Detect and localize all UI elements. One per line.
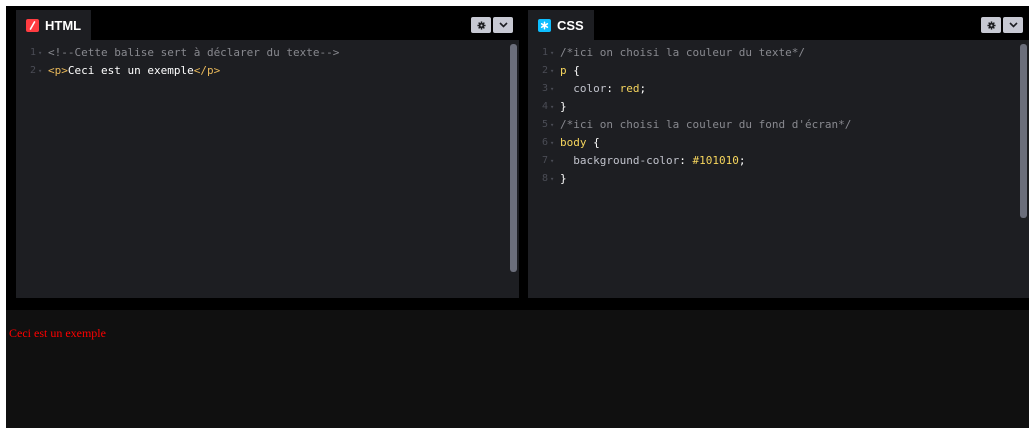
code-token: background-color bbox=[560, 154, 680, 167]
code-token: #101010 bbox=[692, 154, 739, 167]
tab-css[interactable]: CSS bbox=[528, 10, 594, 40]
preview-pane: Ceci est un exemple bbox=[6, 310, 1029, 428]
css-editor-scrollbar[interactable] bbox=[1020, 44, 1027, 218]
line-number: 5 bbox=[541, 119, 548, 130]
line-number: 1 bbox=[541, 47, 548, 58]
code-token: p bbox=[560, 64, 567, 77]
fold-marker-icon[interactable]: ▾ bbox=[38, 62, 42, 80]
code-text: p { bbox=[560, 62, 580, 80]
line-number: 3 bbox=[541, 83, 548, 94]
line-number: 1 bbox=[29, 47, 36, 58]
code-line[interactable]: 1 ▾ /*ici on choisi la couleur du texte*/ bbox=[528, 44, 1029, 62]
fold-marker-icon[interactable]: ▾ bbox=[550, 62, 554, 80]
code-line[interactable]: 2 ▾ <p>Ceci est un exemple</p> bbox=[16, 62, 519, 80]
code-token: /*ici on choisi la couleur du fond d'écr… bbox=[560, 118, 852, 131]
code-token: { bbox=[566, 64, 580, 77]
code-text: <p>Ceci est un exemple</p> bbox=[48, 62, 220, 80]
html-editor-scrollbar[interactable] bbox=[510, 44, 517, 272]
code-line[interactable]: 5 ▾ /*ici on choisi la couleur du fond d'é… bbox=[528, 116, 1029, 134]
code-token: </p> bbox=[193, 64, 221, 77]
line-number: 2 bbox=[29, 65, 36, 76]
gear-icon bbox=[476, 20, 486, 30]
gear-icon bbox=[986, 20, 996, 30]
code-line[interactable]: 7 ▾ background-color: #101010; bbox=[528, 152, 1029, 170]
tab-html-label: HTML bbox=[45, 17, 82, 33]
code-text: /*ici on choisi la couleur du texte*/ bbox=[560, 44, 805, 62]
css-editor-panel: CSS 1 ▾/*ici on choisi la couleur du text… bbox=[528, 10, 1029, 298]
code-token: : bbox=[679, 154, 693, 167]
fold-marker-icon[interactable]: ▾ bbox=[550, 44, 554, 62]
html-dropdown-button[interactable] bbox=[493, 17, 513, 33]
css-code-editor[interactable]: 1 ▾/*ici on choisi la couleur du texte*/2… bbox=[528, 44, 1029, 298]
code-token: ; bbox=[639, 82, 647, 95]
fold-marker-icon[interactable]: ▾ bbox=[550, 134, 554, 152]
fold-marker-icon[interactable]: ▾ bbox=[38, 44, 42, 62]
code-text: background-color: #101010; bbox=[560, 152, 745, 170]
css-logo-icon bbox=[538, 18, 551, 32]
fold-marker-icon[interactable]: ▾ bbox=[550, 98, 554, 116]
code-token: : bbox=[606, 82, 620, 95]
line-number: 2 bbox=[541, 65, 548, 76]
tab-html[interactable]: HTML bbox=[16, 10, 92, 40]
code-line[interactable]: 2 ▾ p { bbox=[528, 62, 1029, 80]
css-settings-button[interactable] bbox=[981, 17, 1001, 33]
code-line[interactable]: 6 ▾ body { bbox=[528, 134, 1029, 152]
code-line[interactable]: 4 ▾} bbox=[528, 98, 1029, 116]
line-number: 8 bbox=[541, 173, 548, 184]
preview-text: Ceci est un exemple bbox=[9, 326, 106, 340]
code-token: /*ici on choisi la couleur du texte*/ bbox=[560, 46, 806, 59]
code-token: Ceci est un exemple bbox=[67, 64, 194, 77]
code-token: red bbox=[619, 82, 640, 95]
fold-marker-icon[interactable]: ▾ bbox=[550, 170, 554, 188]
html-panel-header: HTML bbox=[16, 10, 519, 40]
html-code-editor[interactable]: 1 ▾ <!--Cette balise sert à déclarer du te… bbox=[16, 44, 519, 298]
chevron-down-icon bbox=[498, 22, 508, 28]
line-number: 4 bbox=[541, 101, 548, 112]
css-panel-header: CSS bbox=[528, 10, 1029, 40]
code-text: body { bbox=[560, 134, 600, 152]
code-token: ; bbox=[738, 154, 746, 167]
code-text: } bbox=[560, 98, 567, 116]
code-token: } bbox=[560, 100, 567, 113]
css-header-buttons bbox=[981, 17, 1023, 33]
html-editor-panel: HTML 1 ▾ <!--Cette balise sert à déclarer … bbox=[16, 10, 519, 298]
fold-marker-icon[interactable]: ▾ bbox=[550, 152, 554, 170]
code-text: color: red; bbox=[560, 80, 646, 98]
code-text: <!--Cette balise sert à déclarer du text… bbox=[48, 44, 339, 62]
fold-marker-icon[interactable]: ▾ bbox=[550, 116, 554, 134]
chevron-down-icon bbox=[1008, 22, 1018, 28]
code-text: /*ici on choisi la couleur du fond d'écr… bbox=[560, 116, 851, 134]
code-line[interactable]: 8 ▾} bbox=[528, 170, 1029, 188]
code-token: { bbox=[586, 136, 600, 149]
code-token: body bbox=[560, 136, 587, 149]
resize-divider[interactable] bbox=[6, 298, 1029, 310]
tab-css-label: CSS bbox=[557, 17, 584, 33]
line-number: 7 bbox=[541, 155, 548, 166]
code-token: <!--Cette balise sert à déclarer du text… bbox=[48, 46, 340, 59]
fold-marker-icon[interactable]: ▾ bbox=[550, 80, 554, 98]
css-dropdown-button[interactable] bbox=[1003, 17, 1023, 33]
code-token: color bbox=[560, 82, 607, 95]
code-text: } bbox=[560, 170, 567, 188]
code-token: } bbox=[560, 172, 567, 185]
code-line[interactable]: 3 ▾ color: red; bbox=[528, 80, 1029, 98]
code-token: <p> bbox=[48, 64, 68, 77]
codepen-app: HTML 1 ▾ <!--Cette balise sert à déclarer … bbox=[6, 6, 1029, 428]
code-line[interactable]: 1 ▾ <!--Cette balise sert à déclarer du te… bbox=[16, 44, 519, 62]
line-number: 6 bbox=[541, 137, 548, 148]
editors-area: HTML 1 ▾ <!--Cette balise sert à déclarer … bbox=[6, 6, 1029, 298]
html-header-buttons bbox=[471, 17, 513, 33]
html-settings-button[interactable] bbox=[471, 17, 491, 33]
html-logo-icon bbox=[26, 18, 39, 32]
